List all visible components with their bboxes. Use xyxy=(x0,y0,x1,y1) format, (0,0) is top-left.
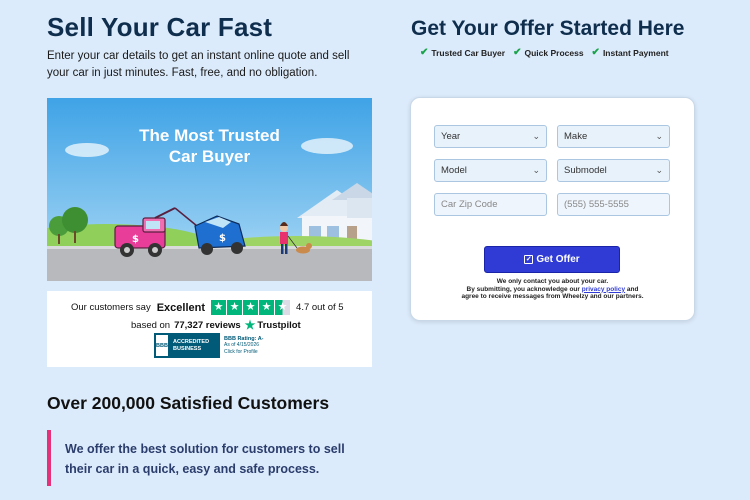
trust-panel: Our customers say Excellent ★ ★ ★ ★ ★ 4.… xyxy=(47,291,372,367)
get-offer-label: Get Offer xyxy=(536,254,580,265)
make-select-value: Make xyxy=(564,131,588,142)
check-icon: ✔ xyxy=(591,47,600,58)
check-icon: ✔ xyxy=(513,47,522,58)
badge-instant-payment: ✔ Instant Payment xyxy=(592,47,669,58)
disclaimer-text: By submitting, you acknowledge our xyxy=(466,285,580,293)
phone-input[interactable]: (555) 555-5555 xyxy=(557,193,670,216)
hero-title-line-1: The Most Trusted xyxy=(139,126,280,145)
chevron-down-icon: ⌄ xyxy=(532,165,540,175)
badge-label: Trusted Car Buyer xyxy=(431,47,506,58)
form-disclaimer: We only contact you about your car. By s… xyxy=(411,278,694,301)
year-select-value: Year xyxy=(441,131,461,142)
trustpilot-brand: Trustpilot xyxy=(257,319,301,331)
bbb-as-of: As of 4/15/2026 xyxy=(224,342,260,349)
chevron-down-icon: ⌄ xyxy=(655,165,663,175)
satisfied-customers-heading: Over 200,000 Satisfied Customers xyxy=(47,393,330,413)
zip-code-input[interactable]: Car Zip Code xyxy=(434,193,547,216)
trustpilot-prefix: Our customers say xyxy=(71,302,151,313)
page-title: Sell Your Car Fast xyxy=(47,12,273,42)
bbb-line-2: BUSINESS xyxy=(173,345,202,352)
bbb-badge: BBB ACCREDITED BUSINESS xyxy=(154,333,220,358)
hero-title: The Most Trusted Car Buyer xyxy=(47,125,372,167)
trust-badges: ✔ Trusted Car Buyer ✔ Quick Process ✔ Insta… xyxy=(420,47,669,58)
offer-heading: Get Your Offer Started Here xyxy=(411,17,685,40)
hero-banner: $ $ The Most Trusted Car Buyer xyxy=(47,98,372,281)
disclaimer-line-3: agree to receive messages from Wheelzy a… xyxy=(461,293,644,300)
trustpilot-review-count: 77,327 reviews xyxy=(174,319,241,331)
disclaimer-line-1: We only contact you about your car. xyxy=(496,278,609,285)
submodel-select-value: Submodel xyxy=(564,165,607,176)
bbb-seal[interactable]: BBB ACCREDITED BUSINESS BBB Rating: A- A… xyxy=(154,333,264,358)
trustpilot-rating-word: Excellent xyxy=(156,301,206,314)
trustpilot-score: 4.7 out of 5 xyxy=(296,302,344,313)
intro-text: Enter your car details to get an instant… xyxy=(47,50,350,79)
privacy-policy-link[interactable]: privacy policy xyxy=(582,286,625,293)
svg-text:$: $ xyxy=(219,233,226,244)
bbb-logo-icon: BBB xyxy=(154,333,170,358)
trustpilot-stars: ★ ★ ★ ★ ★ xyxy=(211,300,291,315)
trustpilot-summary[interactable]: Our customers say Excellent ★ ★ ★ ★ ★ 4.… xyxy=(71,300,344,315)
make-select[interactable]: Make ⌄ xyxy=(557,125,670,148)
disclaimer-line-2: By submitting, you acknowledge our priva… xyxy=(411,286,694,294)
chevron-down-icon: ⌄ xyxy=(655,131,663,141)
bbb-accredited: ACCREDITED BUSINESS xyxy=(170,339,209,353)
offer-form: Year ⌄ Make ⌄ Model ⌄ Submodel ⌄ Car Zip… xyxy=(410,97,695,321)
svg-text:$: $ xyxy=(132,234,139,245)
trustpilot-based-on: based on xyxy=(131,319,171,331)
check-icon: ✔ xyxy=(420,47,429,58)
bbb-info: BBB Rating: A- As of 4/15/2026 Click for… xyxy=(224,336,264,356)
trustpilot-star-icon: ★ xyxy=(244,318,256,332)
model-select[interactable]: Model ⌄ xyxy=(434,159,547,182)
submodel-select[interactable]: Submodel ⌄ xyxy=(557,159,670,182)
get-offer-button[interactable]: ✓ Get Offer xyxy=(484,246,620,273)
star-icon: ★ xyxy=(243,300,259,315)
star-icon: ★ xyxy=(227,300,243,315)
checkbox-icon: ✓ xyxy=(524,255,534,264)
star-icon: ★ xyxy=(259,300,275,315)
hero-title-line-2: Car Buyer xyxy=(168,147,251,166)
star-icon: ★ xyxy=(211,300,227,315)
value-proposition-quote: We offer the best solution for customers… xyxy=(47,430,357,486)
bbb-line-1: ACCREDITED xyxy=(173,338,210,345)
trustpilot-reviews[interactable]: based on 77,327 reviews ★ Trustpilot xyxy=(131,318,301,332)
year-select[interactable]: Year ⌄ xyxy=(434,125,547,148)
trustpilot-logo: ★ Trustpilot xyxy=(245,318,301,332)
badge-label: Instant Payment xyxy=(602,47,669,58)
bbb-click-profile: Click for Profile xyxy=(224,348,258,355)
badge-quick-process: ✔ Quick Process xyxy=(513,47,583,58)
star-icon: ★ xyxy=(275,300,291,315)
chevron-down-icon: ⌄ xyxy=(532,131,540,141)
disclaimer-text: and xyxy=(626,285,639,293)
model-select-value: Model xyxy=(441,165,467,176)
badge-trusted-car-buyer: ✔ Trusted Car Buyer xyxy=(420,47,505,58)
badge-label: Quick Process xyxy=(524,47,584,58)
